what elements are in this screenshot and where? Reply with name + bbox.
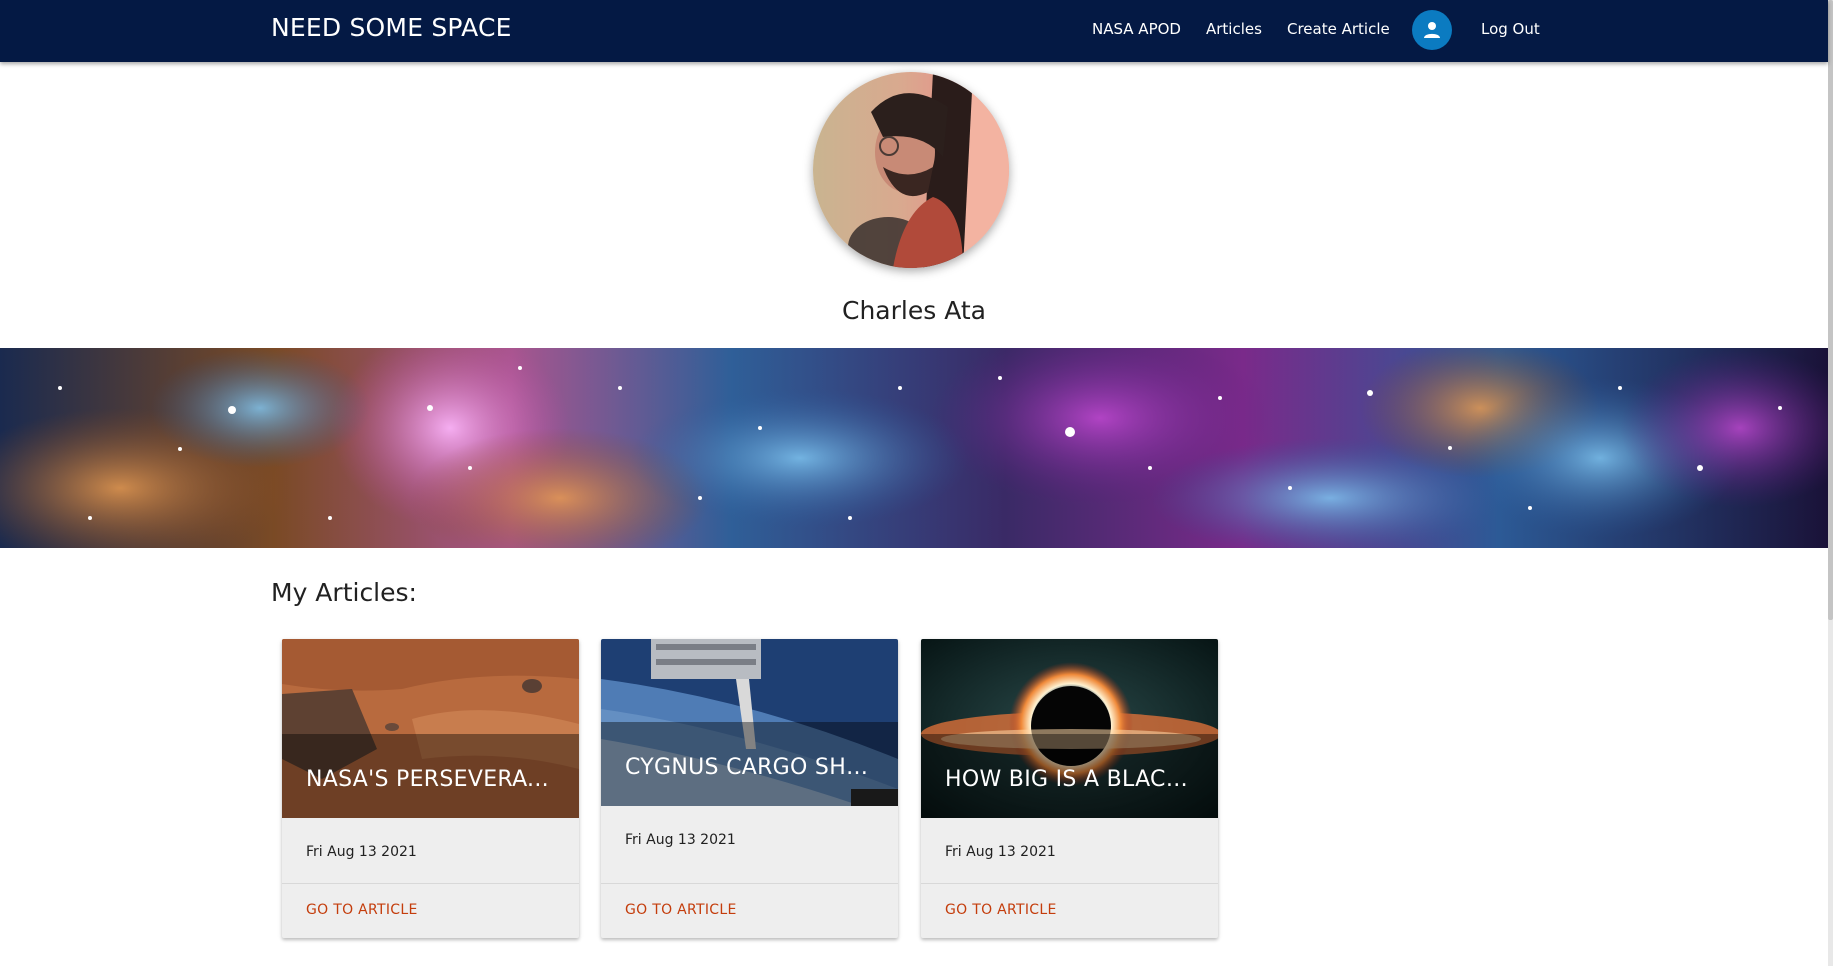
top-navbar: NEED SOME SPACE NASA APOD Articles Creat…	[0, 0, 1828, 62]
article-card: HOW BIG IS A BLACK... Fri Aug 13 2021 GO…	[921, 639, 1218, 938]
page-scrollbar[interactable]	[1828, 0, 1833, 966]
profile-photo	[813, 72, 1009, 268]
article-thumbnail[interactable]: HOW BIG IS A BLACK...	[921, 639, 1218, 818]
profile-avatar	[813, 72, 1009, 268]
article-title[interactable]: CYGNUS CARGO SHI...	[625, 755, 874, 780]
article-date: Fri Aug 13 2021	[625, 832, 736, 848]
article-card: NASA'S PERSEVERA... Fri Aug 13 2021 GO T…	[282, 639, 579, 938]
account-button[interactable]	[1412, 10, 1452, 50]
article-thumbnail[interactable]: CYGNUS CARGO SHI...	[601, 639, 898, 806]
space-banner	[0, 348, 1828, 548]
card-actions: GO TO ARTICLE	[601, 883, 898, 938]
card-actions: GO TO ARTICLE	[921, 883, 1218, 938]
go-to-article-button[interactable]: GO TO ARTICLE	[945, 902, 1057, 918]
article-title[interactable]: HOW BIG IS A BLACK...	[945, 767, 1194, 792]
brand-logo[interactable]: NEED SOME SPACE	[271, 13, 512, 42]
go-to-article-button[interactable]: GO TO ARTICLE	[625, 902, 737, 918]
nav-link-articles[interactable]: Articles	[1206, 20, 1262, 38]
article-date: Fri Aug 13 2021	[306, 844, 417, 860]
card-actions: GO TO ARTICLE	[282, 883, 579, 938]
profile-name: Charles Ata	[842, 296, 986, 325]
go-to-article-button[interactable]: GO TO ARTICLE	[306, 902, 418, 918]
article-date: Fri Aug 13 2021	[945, 844, 1056, 860]
nebula-banner-image	[0, 348, 1828, 548]
article-card: CYGNUS CARGO SHI... Fri Aug 13 2021 GO T…	[601, 639, 898, 938]
nav-link-nasa-apod[interactable]: NASA APOD	[1092, 20, 1181, 38]
scrollbar-thumb[interactable]	[1828, 0, 1833, 620]
person-icon	[1424, 22, 1440, 38]
article-thumbnail[interactable]: NASA'S PERSEVERA...	[282, 639, 579, 818]
logout-link[interactable]: Log Out	[1481, 20, 1540, 38]
nav-link-create-article[interactable]: Create Article	[1287, 20, 1390, 38]
article-title[interactable]: NASA'S PERSEVERA...	[306, 767, 555, 792]
my-articles-heading: My Articles:	[271, 578, 417, 607]
